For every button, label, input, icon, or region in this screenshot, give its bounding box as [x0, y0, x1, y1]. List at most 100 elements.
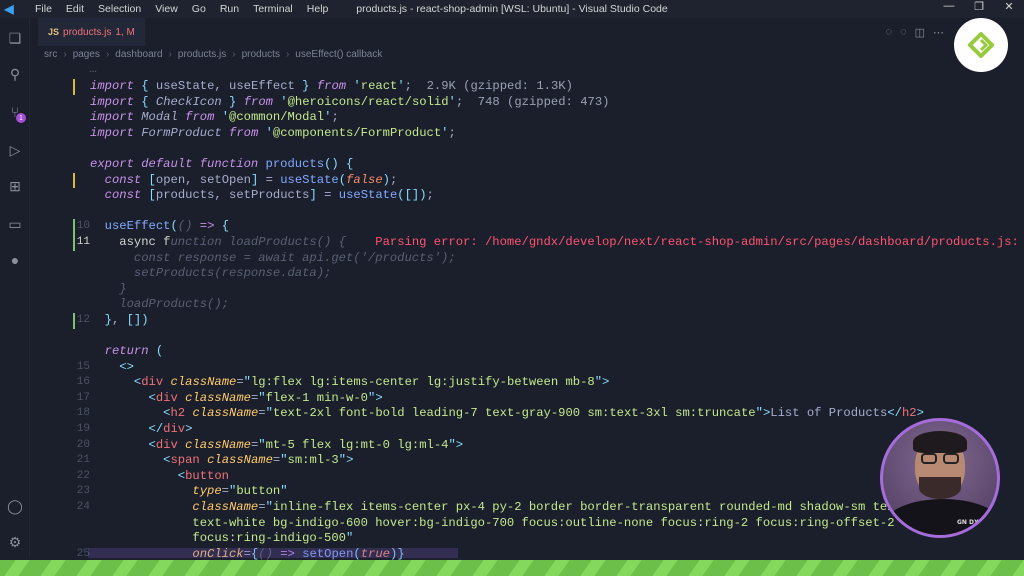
green-bar-stripe [868, 560, 894, 576]
presenter-hair [913, 431, 967, 453]
green-bar-stripe [688, 560, 714, 576]
jsx-heading-text: List of Products [770, 406, 888, 421]
green-bar-stripe [148, 560, 174, 576]
tab-label: products.js [63, 26, 112, 38]
code-line: 20 <div className="mt-5 flex lg:mt-0 lg:… [76, 437, 464, 452]
github-icon[interactable]: ● [5, 250, 25, 270]
code-line: const response = await api.get('/product… [90, 250, 456, 265]
green-bar-stripe [544, 560, 570, 576]
breadcrumb-file[interactable]: products.js [178, 49, 226, 60]
breadcrumb-dashboard[interactable]: dashboard [115, 49, 162, 60]
fold-hint: … [90, 62, 98, 76]
webcam-overlay: GN DX [880, 418, 1000, 538]
code-line: const [open, setOpen] = useState(false); [104, 172, 398, 187]
settings-gear-icon[interactable]: ⚙ [5, 532, 25, 552]
green-bar-stripe [760, 560, 786, 576]
menu-go[interactable]: Go [185, 3, 213, 15]
code-line: 23 type="button" [76, 484, 288, 499]
maximize-icon[interactable]: ❐ [964, 0, 994, 18]
presenter-beard [919, 477, 961, 499]
menu-bar: File Edit Selection View Go Run Terminal… [28, 3, 335, 15]
editor-tabs: JS products.js 1, M ◌ ◌ ◫ ⋯ [30, 18, 1024, 46]
account-icon[interactable]: ◯ [5, 496, 25, 516]
tab-status: 1, M [115, 26, 135, 38]
green-bar-stripe [976, 560, 1002, 576]
green-bar-stripe [652, 560, 678, 576]
go-forward-icon[interactable]: ◌ [900, 26, 907, 39]
green-bar-stripe [328, 560, 354, 576]
green-bar-stripe [364, 560, 390, 576]
green-bar-stripe [1012, 560, 1024, 576]
code-line: export default function products() { [90, 157, 354, 171]
breadcrumb-pages[interactable]: pages [73, 49, 100, 60]
breadcrumb-src[interactable]: src [44, 49, 57, 60]
menu-help[interactable]: Help [300, 3, 336, 15]
green-bar-stripe [436, 560, 462, 576]
code-line: 10 useEffect(() => { [76, 219, 230, 234]
tab-products-js[interactable]: JS products.js 1, M [38, 18, 145, 46]
green-bar-stripe [112, 560, 138, 576]
green-bar-stripe [508, 560, 534, 576]
code-line: } [90, 281, 127, 296]
code-line: 17 <div className="flex-1 min-w-0"> [76, 390, 383, 405]
green-bar-stripe [904, 560, 930, 576]
explorer-icon[interactable]: ❏ [5, 28, 25, 48]
code-line: … [30, 62, 1024, 78]
green-bar-stripe [940, 560, 966, 576]
breadcrumb-function[interactable]: products [242, 49, 280, 60]
go-back-icon[interactable]: ◌ [886, 26, 893, 39]
code-line: import Modal from '@common/Modal'; [90, 110, 339, 125]
code-line: 24 className="inline-flex items-center p… [76, 500, 902, 514]
code-line: setProducts(response.data); [90, 266, 332, 281]
window-controls: — ❐ ✕ [934, 0, 1024, 18]
green-bar-stripe [580, 560, 606, 576]
breadcrumb: src › pages › dashboard › products.js › prod… [44, 49, 383, 60]
green-bar-stripe [724, 560, 750, 576]
import-size-heroicons: 748 (gzipped: 473) [477, 94, 610, 109]
code-editor[interactable]: … import { useState, useEffect } from 'r… [30, 62, 1024, 562]
import-size-react: 2.9K (gzipped: 1.3K) [426, 79, 573, 93]
code-line: loadProducts(); [90, 297, 229, 312]
title-bar: ◀ File Edit Selection View Go Run Termin… [0, 0, 1024, 18]
green-bar-stripe [400, 560, 426, 576]
channel-logo [954, 18, 1008, 72]
code-line: focus:ring-indigo-500" [192, 531, 354, 546]
menu-edit[interactable]: Edit [59, 3, 91, 15]
code-line: const [products, setProducts] = useState… [104, 188, 434, 203]
code-line: import { CheckIcon } from '@heroicons/re… [90, 94, 610, 109]
decorative-green-bar [0, 560, 1024, 576]
breadcrumb-callback[interactable]: useEffect() callback [295, 49, 382, 60]
code-line: import { useState, useEffect } from 'rea… [90, 79, 573, 93]
glasses-left [921, 453, 937, 464]
green-bar-stripe [796, 560, 822, 576]
menu-file[interactable]: File [28, 3, 59, 15]
vscode-logo-icon: ◀ [4, 2, 14, 16]
green-bar-stripe [616, 560, 642, 576]
javascript-file-icon: JS [48, 27, 60, 37]
activity-bar: ❏ ⚲ ⑂ ▷ ⊞ ▭ ● ◯ ⚙ [0, 18, 30, 558]
menu-view[interactable]: View [148, 3, 185, 15]
editor-actions: ◌ ◌ ◫ ⋯ [886, 26, 945, 39]
more-actions-icon[interactable]: ⋯ [933, 26, 944, 39]
split-editor-icon[interactable]: ◫ [915, 26, 925, 39]
green-bar-stripe [472, 560, 498, 576]
code-line: 12 }, []) [76, 313, 149, 327]
presenter-shirt [885, 499, 997, 535]
menu-selection[interactable]: Selection [91, 3, 148, 15]
close-icon[interactable]: ✕ [994, 0, 1024, 18]
search-icon[interactable]: ⚲ [5, 64, 25, 84]
run-debug-icon[interactable]: ▷ [5, 140, 25, 160]
green-bar-stripe [184, 560, 210, 576]
minimize-icon[interactable]: — [934, 0, 964, 18]
green-bar-stripe [220, 560, 246, 576]
menu-run[interactable]: Run [213, 3, 246, 15]
menu-terminal[interactable]: Terminal [246, 3, 300, 15]
green-bar-stripe [76, 560, 102, 576]
code-line: 21 <span className="sm:ml-3"> [76, 453, 354, 468]
horizontal-scroll-shadow [88, 548, 458, 558]
code-line: text-white bg-indigo-600 hover:bg-indigo… [192, 515, 895, 530]
extensions-icon[interactable]: ⊞ [5, 176, 25, 196]
shirt-logo-text: GN DX [957, 519, 979, 526]
code-line: import FormProduct from '@components/For… [90, 125, 456, 140]
remote-explorer-icon[interactable]: ▭ [5, 214, 25, 234]
